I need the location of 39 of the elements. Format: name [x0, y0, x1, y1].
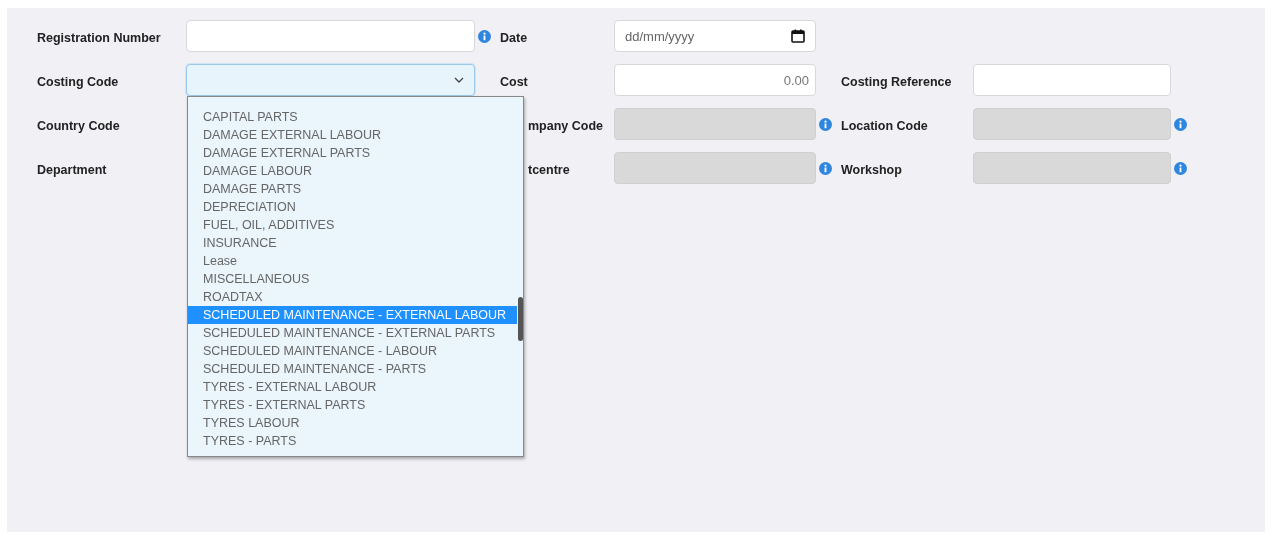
field-label: Cost: [500, 75, 528, 89]
calendar-icon: [791, 29, 805, 43]
input-field[interactable]: [973, 64, 1171, 96]
dropdown-option[interactable]: DAMAGE PARTS: [188, 180, 517, 198]
dropdown-option[interactable]: DAMAGE LABOUR: [188, 162, 517, 180]
field-label: Costing Reference: [841, 75, 952, 89]
input-field[interactable]: [186, 20, 475, 52]
dropdown-option[interactable]: TYRES - EXTERNAL PARTS: [188, 396, 517, 414]
info-icon[interactable]: [478, 29, 491, 43]
dropdown-option[interactable]: SCHEDULED MAINTENANCE - EXTERNAL PARTS: [188, 324, 517, 342]
dropdown-option[interactable]: TYRES LABOUR: [188, 414, 517, 432]
field-label: Workshop: [841, 163, 902, 177]
field-label: Registration Number: [37, 31, 161, 45]
dropdown-option[interactable]: MISCELLANEOUS: [188, 270, 517, 288]
dropdown-option[interactable]: TYRES - EXTERNAL LABOUR: [188, 378, 517, 396]
dropdown-option[interactable]: DAMAGE EXTERNAL LABOUR: [188, 126, 517, 144]
dropdown-option[interactable]: Lease: [188, 252, 517, 270]
dropdown-option[interactable]: SCHEDULED MAINTENANCE - EXTERNAL LABOUR: [188, 306, 517, 324]
field-label: tcentre: [528, 163, 570, 177]
dropdown-option[interactable]: INSURANCE: [188, 234, 517, 252]
field-label: Location Code: [841, 119, 928, 133]
scrollbar-thumb[interactable]: [518, 297, 523, 341]
dropdown-option[interactable]: CAPITAL PARTS: [188, 108, 517, 126]
dropdown-option[interactable]: FUEL, OIL, ADDITIVES: [188, 216, 517, 234]
input-field[interactable]: 0.00: [614, 64, 816, 96]
field-label: Department: [37, 163, 107, 177]
select-field[interactable]: [186, 64, 475, 96]
dropdown-option[interactable]: SCHEDULED MAINTENANCE - PARTS: [188, 360, 517, 378]
date-field[interactable]: dd/mm/yyyy: [614, 20, 816, 52]
dropdown-option[interactable]: TYRES - PARTS: [188, 432, 517, 450]
dropdown-option[interactable]: ROADTAX: [188, 288, 517, 306]
field-label: Country Code: [37, 119, 120, 133]
field-label: mpany Code: [528, 119, 603, 133]
chevron-down-icon: [454, 77, 464, 83]
dropdown-option[interactable]: DAMAGE EXTERNAL PARTS: [188, 144, 517, 162]
dropdown-option[interactable]: DEPRECIATION: [188, 198, 517, 216]
field-label: Costing Code: [37, 75, 119, 89]
field-label: Date: [500, 31, 528, 45]
dropdown-option[interactable]: SCHEDULED MAINTENANCE - LABOUR: [188, 342, 517, 360]
